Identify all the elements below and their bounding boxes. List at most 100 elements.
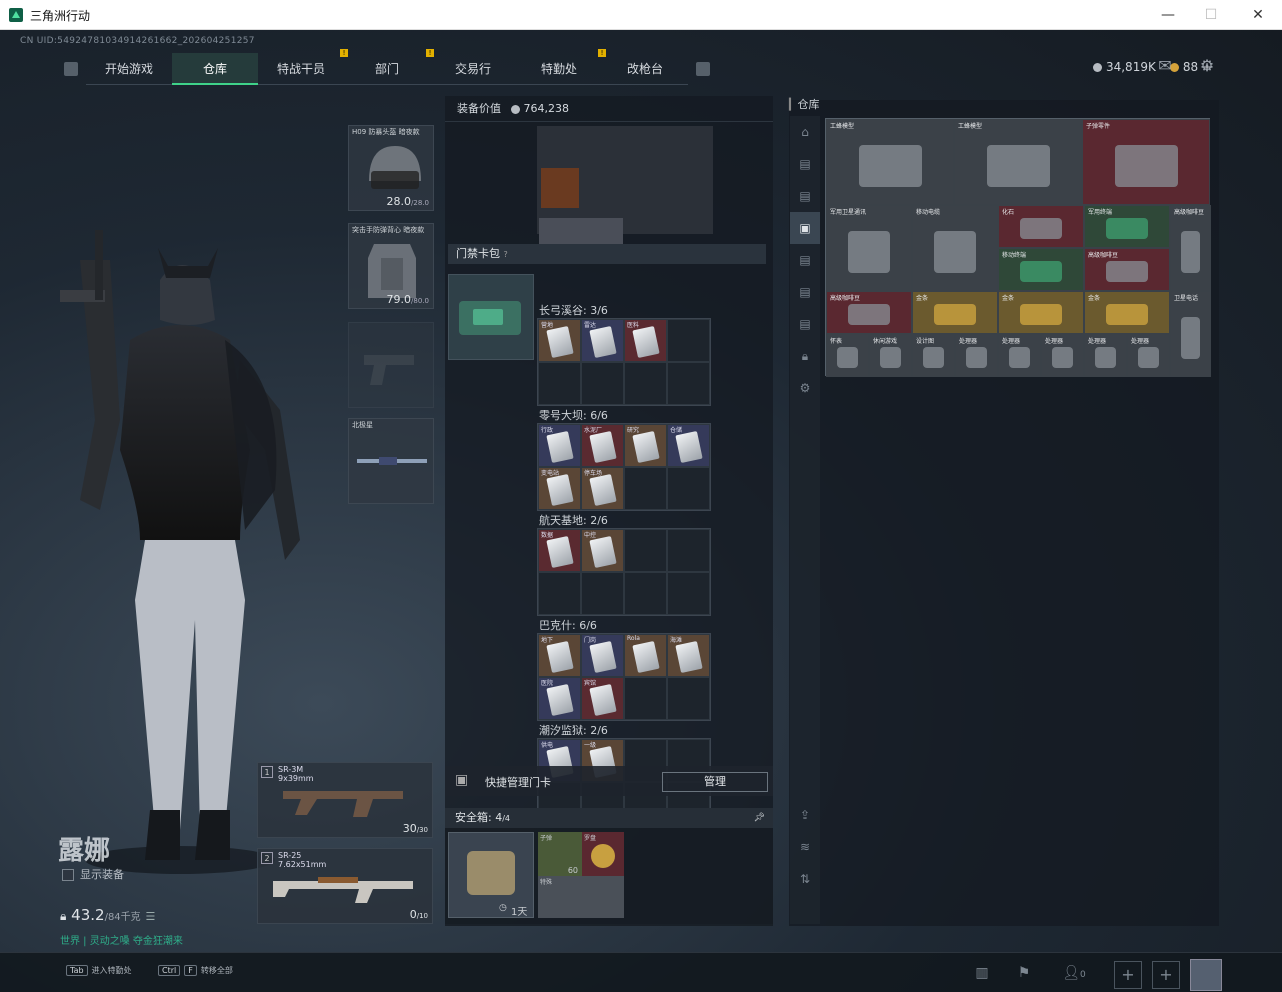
checkbox-icon[interactable] — [62, 869, 74, 881]
keycard-item[interactable]: 数据 — [538, 529, 581, 572]
upload-icon[interactable]: ⇪ — [790, 799, 820, 831]
help-icon[interactable]: ? — [504, 250, 508, 259]
keycard-item[interactable]: 中控 — [581, 529, 624, 572]
storage-item[interactable]: 高级咖啡豆 — [826, 291, 912, 334]
storage-item[interactable]: 卫星电话 — [1170, 291, 1211, 377]
storage-item[interactable]: 移动终端 — [998, 248, 1084, 291]
storage-item[interactable]: 工蜂模型 — [954, 119, 1082, 205]
enter-special-ops-hint[interactable]: Tab 进入特勤处 — [66, 965, 132, 976]
empty-slot[interactable] — [624, 572, 667, 615]
keycard-item[interactable]: 研究 — [624, 424, 667, 467]
storage-tab-2-icon[interactable]: ▤ — [790, 180, 820, 212]
keycard-grid[interactable]: 数据 中控 — [537, 528, 711, 616]
storage-item[interactable]: 移动电缆 — [912, 205, 998, 291]
storage-tab-4-icon[interactable]: ▤ — [790, 244, 820, 276]
empty-slot[interactable] — [667, 572, 710, 615]
keycard-item[interactable]: 海滩 — [667, 634, 710, 677]
empty-slot[interactable] — [667, 677, 710, 720]
empty-slot[interactable] — [581, 572, 624, 615]
safe-box-item[interactable]: ◷ 1天 — [448, 832, 534, 918]
safe-item-ammo[interactable]: 子弹 60 — [538, 832, 582, 876]
keycard-item[interactable]: 停车场 — [581, 467, 624, 510]
weapon-slot-2[interactable]: 2 SR-25 7.62x51mm 0/10 — [257, 848, 433, 924]
stats-chart-icon[interactable]: ▥ — [968, 961, 996, 985]
close-button[interactable]: ✕ — [1248, 5, 1268, 25]
pin-icon[interactable]: 📌︎ — [754, 808, 765, 828]
storage-item[interactable]: 工蜂模型 — [826, 119, 954, 205]
transfer-all-hint[interactable]: Ctrl F 转移全部 — [158, 965, 233, 976]
settings-gear-icon[interactable]: ⚙ — [1196, 56, 1218, 75]
tab-warehouse[interactable]: 仓库 — [172, 53, 258, 85]
storage-item[interactable]: 子弹零件 — [1082, 119, 1210, 205]
keycard-grid[interactable]: 行政 水泥厂 研究 仓储变电站 停车场 — [537, 423, 711, 511]
storage-item[interactable]: 金条 — [912, 291, 998, 334]
show-equip-toggle[interactable]: 显示装备 — [62, 866, 124, 882]
manage-button[interactable]: 管理 — [662, 772, 768, 792]
keycard-item[interactable]: 变电站 — [538, 467, 581, 510]
storage-item[interactable]: 休闲游戏 — [869, 334, 912, 377]
empty-slot[interactable] — [581, 362, 624, 405]
empty-slot[interactable] — [667, 529, 710, 572]
add-squad-button[interactable]: + — [1152, 961, 1180, 989]
storage-item[interactable]: 高级咖啡豆 — [1084, 248, 1170, 291]
backpack-grid[interactable] — [537, 126, 713, 262]
storage-item[interactable]: 处理器 — [1127, 334, 1170, 377]
nav-left-key-icon[interactable] — [64, 62, 78, 76]
keycard-item[interactable]: 医院 — [538, 677, 581, 720]
empty-slot[interactable] — [667, 467, 710, 510]
keycard-bag-item[interactable] — [448, 274, 534, 360]
keycard-item[interactable]: 门岗 — [581, 634, 624, 677]
flag-icon[interactable]: ⚑ — [1010, 961, 1038, 985]
melee-slot[interactable]: 北极星 — [348, 418, 434, 504]
helmet-slot[interactable]: H09 防暴头盔 暗夜款 28.0/28.0 — [348, 125, 434, 211]
weapon-slot-1[interactable]: 1 SR-3M 9x39mm 30/30 — [257, 762, 433, 838]
mail-icon[interactable]: ✉ — [1154, 56, 1176, 75]
keycard-item[interactable]: 水泥厂 — [581, 424, 624, 467]
pistol-slot[interactable] — [348, 322, 434, 408]
tab-trading[interactable]: 交易行 — [430, 53, 516, 85]
keycard-item[interactable]: 仓储 — [667, 424, 710, 467]
storage-item[interactable]: 怀表 — [826, 334, 869, 377]
empty-slot[interactable] — [624, 677, 667, 720]
empty-slot[interactable] — [624, 362, 667, 405]
storage-tab-1-icon[interactable]: ▤ — [790, 148, 820, 180]
storage-item[interactable]: 处理器 — [998, 334, 1041, 377]
storage-item[interactable]: 处理器 — [1041, 334, 1084, 377]
storage-item[interactable]: 化石 — [998, 205, 1084, 248]
settings-gear-icon[interactable]: ⚙ — [790, 372, 820, 404]
storage-tab-3-icon[interactable]: ▣ — [790, 212, 820, 244]
storage-item[interactable]: 金条 — [998, 291, 1084, 334]
storage-item[interactable]: 处理器 — [1084, 334, 1127, 377]
keycard-item[interactable]: 营地 — [538, 319, 581, 362]
tab-start-game[interactable]: 开始游戏 — [86, 53, 172, 85]
keycard-item[interactable]: 地下 — [538, 634, 581, 677]
currency-silver[interactable]: 34,819K — [1092, 60, 1156, 74]
empty-slot[interactable] — [667, 362, 710, 405]
storage-item[interactable]: 军用终端 — [1084, 205, 1170, 248]
safe-item-compass[interactable]: 罗盘 — [582, 832, 624, 876]
safe-item-special[interactable]: 特殊 — [538, 876, 624, 918]
storage-item[interactable]: 处理器 — [955, 334, 998, 377]
add-squad-button[interactable]: + — [1114, 961, 1142, 989]
tab-department[interactable]: 部门! — [344, 49, 434, 85]
keycard-item[interactable]: Rola — [624, 634, 667, 677]
keycard-item[interactable]: 宾馆 — [581, 677, 624, 720]
storage-tab-6-icon[interactable]: ▤ — [790, 308, 820, 340]
empty-slot[interactable] — [538, 362, 581, 405]
storage-item[interactable]: 金条 — [1084, 291, 1170, 334]
storage-grid[interactable]: 工蜂模型 工蜂模型 子弹零件 军用卫星通讯 移动电缆 化石 军用终端 高级咖啡豆 移动终端 高级咖… — [825, 118, 1211, 377]
empty-slot[interactable] — [667, 319, 710, 362]
avatar[interactable] — [1190, 959, 1222, 991]
keycard-grid[interactable]: 地下 门岗 Rola 海滩医院 宾馆 — [537, 633, 711, 721]
empty-slot[interactable] — [624, 467, 667, 510]
storage-item[interactable]: 军用卫星通讯 — [826, 205, 912, 291]
armor-slot[interactable]: 突击手防弹背心 暗夜款 79.0/80.0 — [348, 223, 434, 309]
sort-icon[interactable]: ⇅ — [790, 863, 820, 895]
keycard-grid[interactable]: 营地 雷达 医料 — [537, 318, 711, 406]
friends-icon[interactable]: 👤︎0 — [1060, 961, 1088, 985]
nav-right-key-icon[interactable] — [696, 62, 710, 76]
keycard-item[interactable]: 行政 — [538, 424, 581, 467]
layers-icon[interactable]: ≋ — [790, 831, 820, 863]
tab-special-ops[interactable]: 特勤处! — [516, 49, 606, 85]
tab-operators[interactable]: 特战干员! — [258, 49, 348, 85]
